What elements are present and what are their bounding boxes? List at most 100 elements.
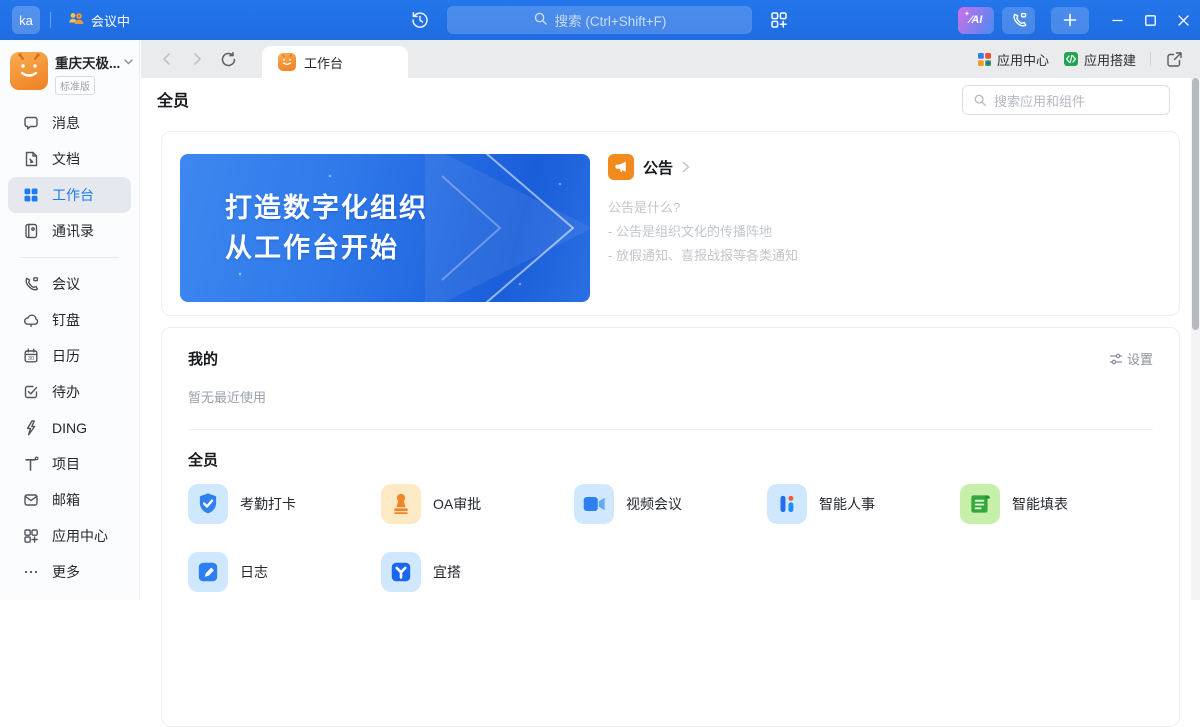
divider bbox=[188, 429, 1153, 430]
meeting-status-button[interactable]: 会议中 bbox=[61, 6, 136, 34]
nav-back-button[interactable] bbox=[159, 51, 175, 67]
attendance-icon bbox=[188, 484, 228, 524]
my-section-title: 我的 bbox=[188, 348, 218, 369]
chevron-right-icon bbox=[682, 161, 690, 173]
app-attendance[interactable]: 考勤打卡 bbox=[188, 484, 381, 524]
announcement-header[interactable]: 公告 bbox=[608, 154, 798, 180]
search-icon bbox=[973, 93, 987, 107]
announcement-card: 打造数字化组织 从工作台开始 公告 bbox=[161, 131, 1180, 316]
announcement-title: 公告 bbox=[643, 157, 673, 178]
meeting-people-icon bbox=[67, 10, 85, 31]
refresh-button[interactable] bbox=[219, 50, 238, 69]
sidebar-menu: 消息 文档 工作台 通讯录 bbox=[0, 105, 139, 590]
minimize-icon bbox=[1111, 14, 1124, 27]
search-icon bbox=[533, 11, 548, 29]
code-icon bbox=[1063, 51, 1079, 67]
sidebar-item-ding[interactable]: DING bbox=[8, 410, 131, 446]
app-search-input[interactable]: 搜索应用和组件 bbox=[962, 85, 1170, 115]
megaphone-icon bbox=[608, 154, 634, 180]
divider bbox=[50, 12, 51, 28]
window-close-button[interactable] bbox=[1167, 0, 1200, 40]
more-dots-icon bbox=[22, 563, 40, 581]
sidebar-item-mail[interactable]: 邮箱 bbox=[8, 482, 131, 518]
all-section-title: 全员 bbox=[188, 449, 1153, 470]
org-edition-badge: 标准版 bbox=[55, 76, 95, 95]
app-builder-link[interactable]: 应用搭建 bbox=[1063, 50, 1136, 69]
sidebar-item-drive[interactable]: 钉盘 bbox=[8, 302, 131, 338]
history-button[interactable] bbox=[407, 7, 433, 33]
tab-bar: 工作台 应用中心 应用搭建 bbox=[141, 40, 1200, 78]
sidebar-item-more[interactable]: 更多 bbox=[8, 554, 131, 590]
org-logo-icon bbox=[10, 52, 48, 90]
app-smart-hr[interactable]: 智能人事 bbox=[767, 484, 960, 524]
ai-label: ⁄AI bbox=[970, 14, 983, 26]
sidebar-item-messages[interactable]: 消息 bbox=[8, 105, 131, 141]
meeting-status-label: 会议中 bbox=[91, 11, 130, 30]
workbench-grid-icon bbox=[22, 186, 40, 204]
app-grid: 考勤打卡 OA审批 bbox=[188, 484, 1153, 592]
nav-forward-button[interactable] bbox=[189, 51, 205, 67]
org-selector[interactable]: 重庆天极... 标准版 bbox=[0, 40, 139, 95]
window-maximize-button[interactable] bbox=[1134, 0, 1167, 40]
workspace-badge[interactable]: ka bbox=[12, 6, 40, 34]
app-smart-form[interactable]: 智能填表 bbox=[960, 484, 1153, 524]
svg-text:30: 30 bbox=[28, 356, 34, 362]
plus-icon bbox=[1062, 12, 1078, 28]
divider bbox=[1150, 52, 1151, 66]
app-log[interactable]: 日志 bbox=[188, 552, 381, 592]
project-icon bbox=[22, 455, 40, 473]
sidebar-item-todo[interactable]: 待办 bbox=[8, 374, 131, 410]
app-center-icon bbox=[22, 527, 40, 545]
mini-apps-icon[interactable] bbox=[766, 7, 792, 33]
sliders-icon bbox=[1109, 352, 1123, 366]
ai-assistant-button[interactable]: ✦ ⁄AI bbox=[958, 7, 994, 34]
stamp-icon bbox=[381, 484, 421, 524]
app-yida[interactable]: 宜搭 bbox=[381, 552, 574, 592]
page-title: 全员 bbox=[157, 87, 189, 111]
sidebar-item-contacts[interactable]: 通讯录 bbox=[8, 213, 131, 249]
phone-icon bbox=[22, 275, 40, 293]
log-pencil-icon bbox=[188, 552, 228, 592]
call-button[interactable] bbox=[1002, 7, 1035, 34]
workbench-banner[interactable]: 打造数字化组织 从工作台开始 bbox=[180, 154, 590, 302]
contacts-icon bbox=[22, 222, 40, 240]
app-video-meeting[interactable]: 视频会议 bbox=[574, 484, 767, 524]
sidebar-item-app-center[interactable]: 应用中心 bbox=[8, 518, 131, 554]
sidebar-item-calendar[interactable]: 30 日历 bbox=[8, 338, 131, 374]
chevron-down-icon bbox=[124, 59, 133, 65]
calendar-icon: 30 bbox=[22, 347, 40, 365]
video-camera-icon bbox=[574, 484, 614, 524]
tab-label: 工作台 bbox=[304, 53, 343, 72]
app-center-link[interactable]: 应用中心 bbox=[977, 50, 1049, 69]
sidebar-item-workbench[interactable]: 工作台 bbox=[8, 177, 131, 213]
sparkle-icon: ✦ bbox=[964, 10, 970, 18]
cloud-icon bbox=[22, 311, 40, 329]
app-oa-approval[interactable]: OA审批 bbox=[381, 484, 574, 524]
sidebar-item-meeting[interactable]: 会议 bbox=[8, 266, 131, 302]
recent-empty-text: 暂无最近使用 bbox=[188, 387, 1153, 406]
chat-icon bbox=[22, 114, 40, 132]
app-search-placeholder: 搜索应用和组件 bbox=[994, 91, 1085, 110]
sidebar-item-docs[interactable]: 文档 bbox=[8, 141, 131, 177]
title-bar: ka 会议中 bbox=[0, 0, 1200, 40]
global-search-input[interactable]: 搜索 (Ctrl+Shift+F) bbox=[447, 6, 752, 34]
open-external-button[interactable] bbox=[1165, 50, 1184, 69]
global-search-placeholder: 搜索 (Ctrl+Shift+F) bbox=[555, 10, 667, 30]
dingtalk-tab-icon bbox=[278, 53, 296, 71]
maximize-icon bbox=[1144, 14, 1157, 27]
workbench-main: 全员 搜索应用和组件 打造数字化组织 bbox=[141, 78, 1200, 600]
yida-icon bbox=[381, 552, 421, 592]
banner-text: 打造数字化组织 从工作台开始 bbox=[225, 188, 428, 268]
menu-divider bbox=[20, 257, 119, 258]
lightning-icon bbox=[22, 419, 40, 437]
scrollbar-thumb[interactable] bbox=[1192, 78, 1199, 330]
tab-workbench[interactable]: 工作台 bbox=[262, 46, 408, 78]
new-button[interactable] bbox=[1051, 7, 1089, 34]
window-minimize-button[interactable] bbox=[1101, 0, 1134, 40]
hr-icon bbox=[767, 484, 807, 524]
settings-button[interactable]: 设置 bbox=[1109, 349, 1153, 368]
apps-card: 我的 设置 暂无最近使用 全员 bbox=[161, 327, 1180, 727]
phone-video-icon bbox=[1010, 11, 1028, 29]
sidebar-item-projects[interactable]: 项目 bbox=[8, 446, 131, 482]
sidebar: 重庆天极... 标准版 消息 文档 bbox=[0, 40, 140, 600]
